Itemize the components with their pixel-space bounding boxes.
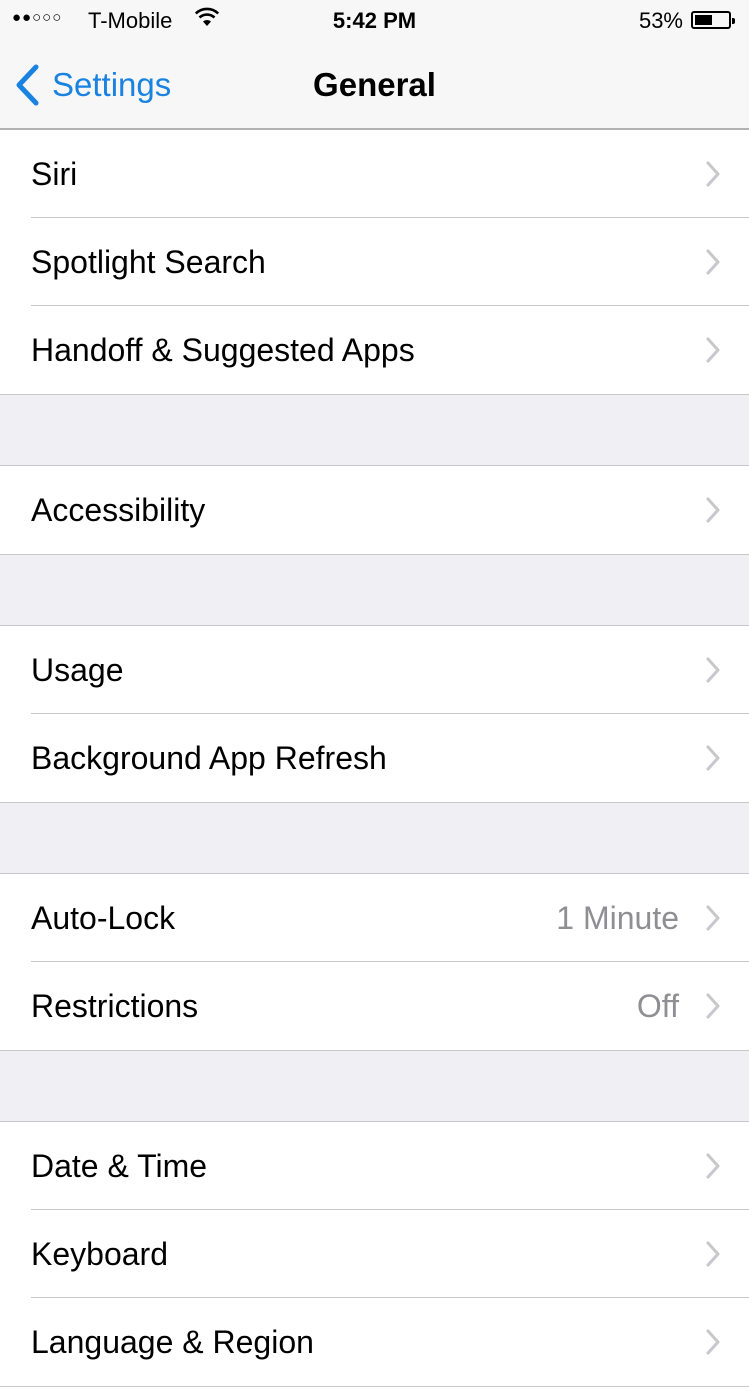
- settings-row-handoff-and-suggested-apps[interactable]: Handoff & Suggested Apps: [0, 305, 749, 394]
- settings-row-accessibility[interactable]: Accessibility: [0, 466, 749, 554]
- page-title: General: [313, 66, 436, 103]
- battery-icon: [691, 11, 735, 29]
- navigation-bar: ●●○○○ T-Mobile 5:42 PM 53% Settings Gene…: [0, 0, 749, 130]
- row-label: Background App Refresh: [31, 739, 387, 776]
- status-time: 5:42 PM: [332, 8, 417, 33]
- settings-group: Usage Background App Refresh: [0, 625, 749, 803]
- settings-row-language-and-region[interactable]: Language & Region: [0, 1297, 749, 1386]
- row-label: Siri: [31, 155, 78, 192]
- chevron-right-icon: [706, 993, 720, 1019]
- settings-row-siri[interactable]: Siri: [0, 130, 749, 218]
- row-label: Date & Time: [31, 1147, 208, 1184]
- chevron-right-icon: [706, 905, 720, 931]
- settings-group: Date & Time Keyboard Language & Region: [0, 1121, 749, 1387]
- settings-list: Siri Spotlight Search Handoff & Suggested …: [0, 130, 749, 1387]
- battery-nub: [732, 18, 735, 24]
- status-bar: ●●○○○ T-Mobile 5:42 PM 53%: [0, 0, 749, 40]
- settings-row-date-and-time[interactable]: Date & Time: [0, 1122, 749, 1210]
- row-label: Accessibility: [31, 491, 206, 528]
- row-value: Off: [636, 987, 679, 1024]
- settings-row-auto-lock[interactable]: Auto-Lock 1 Minute: [0, 874, 749, 962]
- chevron-right-icon: [706, 1153, 720, 1179]
- chevron-right-icon: [706, 337, 720, 363]
- row-label: Auto-Lock: [31, 899, 176, 936]
- chevron-right-icon: [706, 497, 720, 523]
- row-value: 1 Minute: [556, 899, 679, 936]
- row-label: Language & Region: [31, 1323, 314, 1360]
- settings-row-spotlight-search[interactable]: Spotlight Search: [0, 217, 749, 306]
- settings-group: Siri Spotlight Search Handoff & Suggested …: [0, 130, 749, 395]
- chevron-right-icon: [706, 1241, 720, 1267]
- chevron-right-icon: [706, 161, 720, 187]
- settings-group: Accessibility: [0, 465, 749, 555]
- chevron-right-icon: [706, 249, 720, 275]
- row-label: Restrictions: [31, 987, 199, 1024]
- battery-percent: 53%: [638, 8, 683, 33]
- settings-row-restrictions[interactable]: Restrictions Off: [0, 961, 749, 1050]
- row-label: Usage: [31, 651, 124, 688]
- row-label: Spotlight Search: [31, 243, 266, 280]
- settings-row-background-app-refresh[interactable]: Background App Refresh: [0, 713, 749, 802]
- row-label: Keyboard: [31, 1235, 168, 1272]
- row-label: Handoff & Suggested Apps: [31, 331, 415, 368]
- settings-group: Auto-Lock 1 Minute Restrictions Off: [0, 873, 749, 1051]
- battery-fill: [695, 15, 712, 25]
- settings-row-keyboard[interactable]: Keyboard: [0, 1209, 749, 1298]
- chevron-right-icon: [706, 745, 720, 771]
- settings-row-usage[interactable]: Usage: [0, 626, 749, 714]
- chevron-right-icon: [706, 657, 720, 683]
- chevron-right-icon: [706, 1329, 720, 1355]
